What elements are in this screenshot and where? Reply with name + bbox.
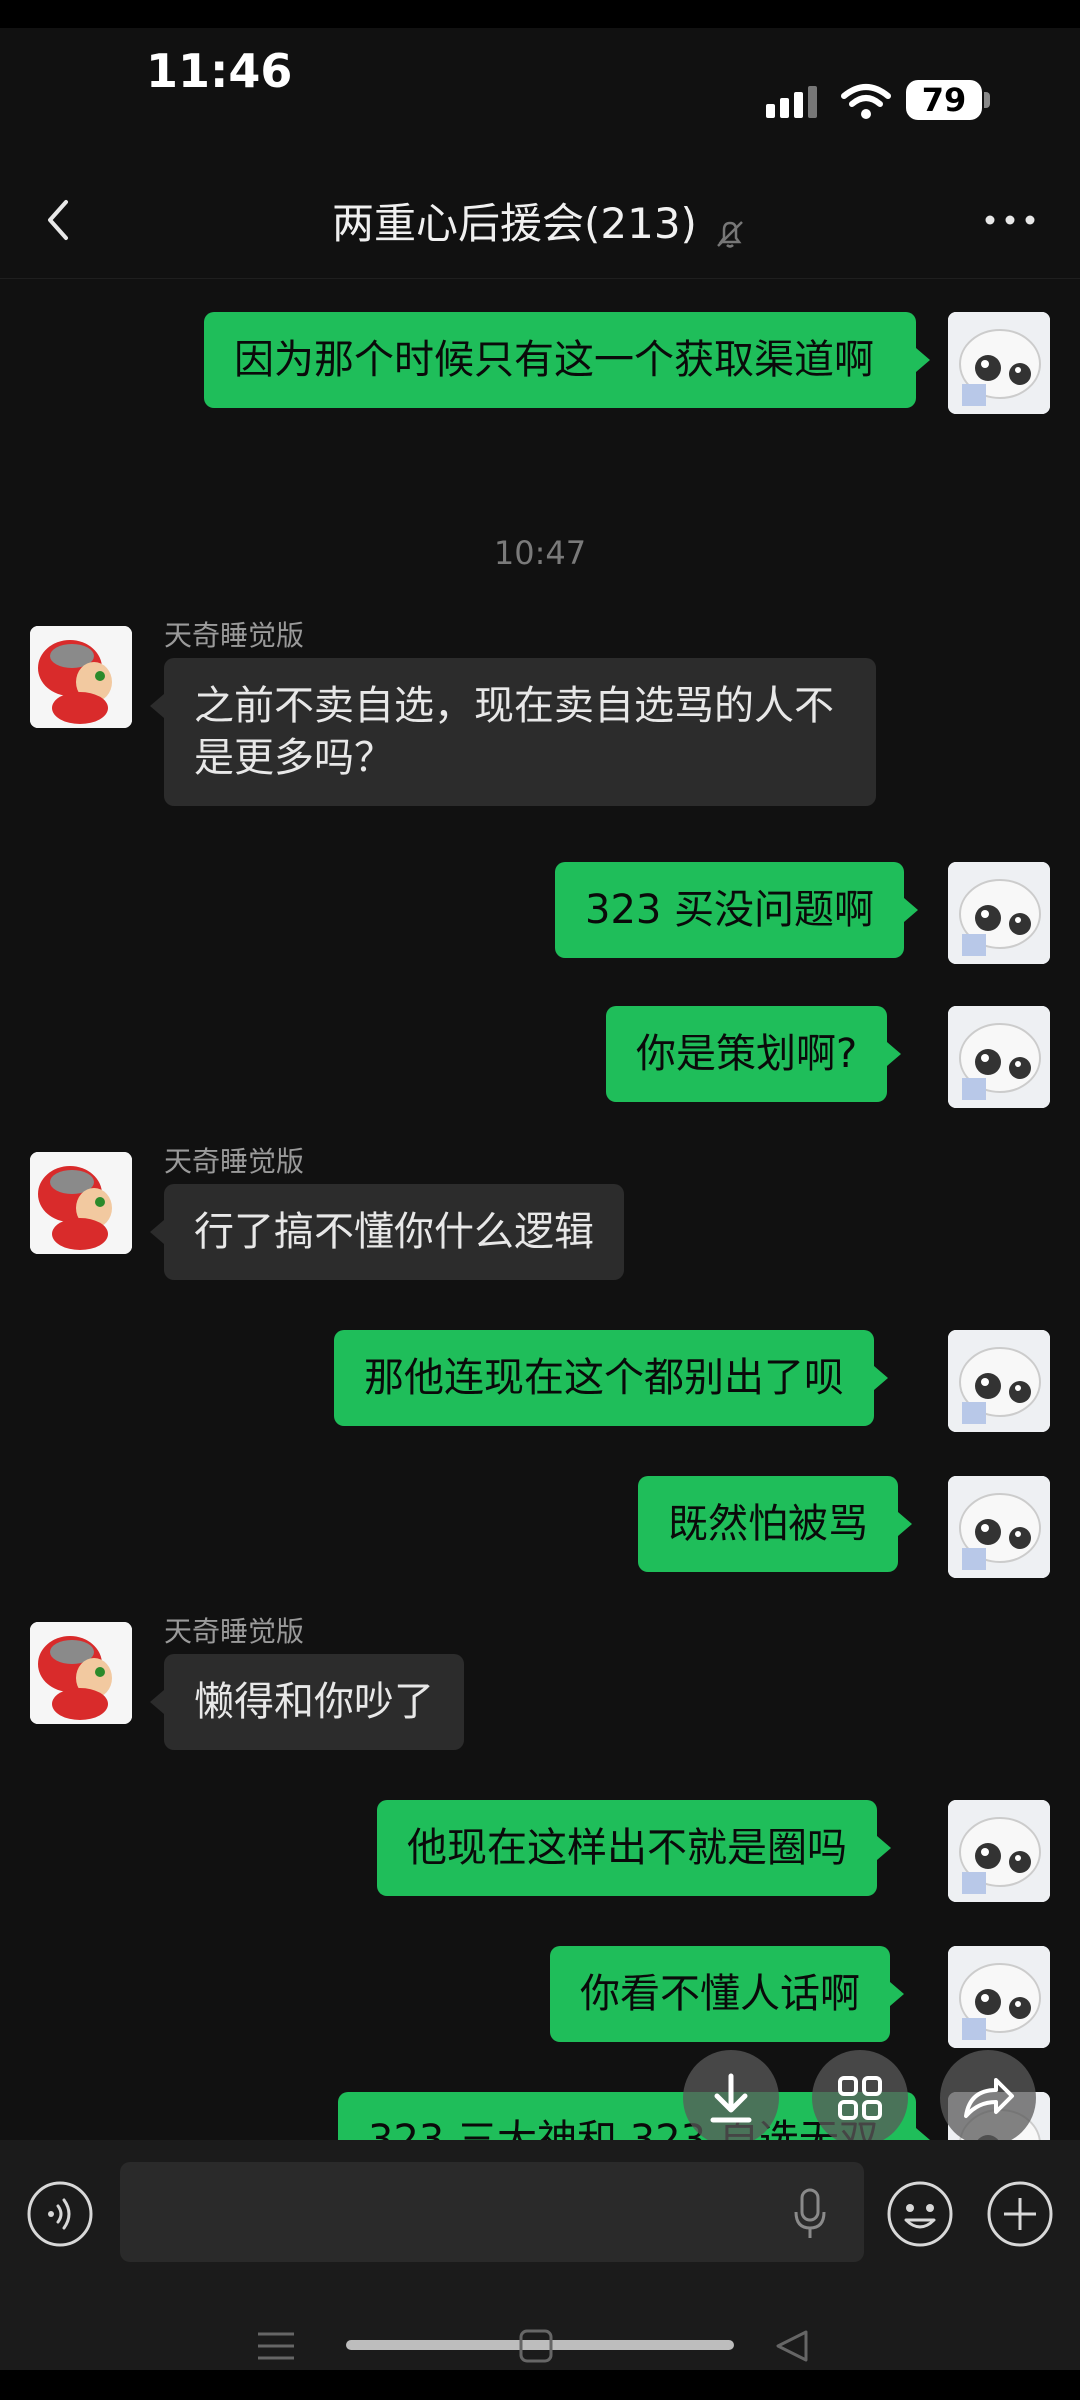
chat-message-list[interactable]: 因为那个时候只有这一个获取渠道啊 10:47 天奇睡觉版 之前不卖自选，现在卖自… <box>0 280 1080 2140</box>
back-triangle-icon[interactable] <box>774 2328 810 2364</box>
battery-indicator: 79 <box>906 80 982 120</box>
signal-icon <box>766 86 817 118</box>
contact-avatar[interactable] <box>30 1152 132 1254</box>
my-avatar[interactable] <box>948 1006 1050 1108</box>
download-icon <box>710 2073 752 2123</box>
cat-avatar-icon <box>948 1946 1050 2048</box>
my-avatar[interactable] <box>948 1946 1050 2048</box>
chat-title: 两重心后援会(213) <box>331 199 697 248</box>
voice-icon[interactable] <box>26 2180 94 2248</box>
cat-avatar-icon <box>948 1330 1050 1432</box>
sender-name: 天奇睡觉版 <box>164 619 305 652</box>
input-bar <box>0 2140 1080 2290</box>
contact-avatar[interactable] <box>30 1622 132 1724</box>
contact-avatar[interactable] <box>30 626 132 728</box>
cat-avatar-icon <box>948 862 1050 964</box>
red-character-avatar-icon <box>30 626 132 728</box>
sender-name: 天奇睡觉版 <box>164 1145 305 1178</box>
cat-avatar-icon <box>948 312 1050 414</box>
message-bubble-sent[interactable]: 323 买没问题啊 <box>555 862 919 958</box>
more-dots-icon[interactable] <box>980 200 1040 240</box>
cat-avatar-icon <box>948 1800 1050 1902</box>
forward-button[interactable] <box>940 2050 1036 2140</box>
red-character-avatar-icon <box>30 1622 132 1724</box>
cat-avatar-icon <box>948 1006 1050 1108</box>
my-avatar[interactable] <box>948 1476 1050 1578</box>
chat-timestamp: 10:47 <box>493 534 587 572</box>
bell-muted-icon <box>717 220 743 248</box>
message-bubble-received[interactable]: 懒得和你吵了 <box>150 1654 464 1750</box>
multi-select-button[interactable] <box>812 2050 908 2140</box>
message-bubble-received[interactable]: 之前不卖自选，现在卖自选骂的人不是更多吗？ <box>150 658 876 806</box>
wifi-icon <box>841 84 891 119</box>
status-time: 11:46 <box>146 44 293 98</box>
battery-tip <box>984 92 990 108</box>
home-icon[interactable] <box>518 2328 554 2364</box>
red-character-avatar-icon <box>30 1152 132 1254</box>
message-bubble-received[interactable]: 行了搞不懂你什么逻辑 <box>150 1184 624 1280</box>
grid-icon <box>838 2076 882 2120</box>
my-avatar[interactable] <box>948 862 1050 964</box>
message-bubble-sent[interactable]: 你是策划啊? <box>606 1006 902 1102</box>
my-avatar[interactable] <box>948 1800 1050 1902</box>
menu-icon[interactable] <box>256 2328 296 2364</box>
battery-level: 79 <box>921 81 967 119</box>
message-bubble-sent[interactable]: 你看不懂人话啊 <box>550 1946 904 2042</box>
message-bubble-sent[interactable]: 既然怕被骂 <box>638 1476 912 1572</box>
message-input[interactable] <box>120 2162 864 2262</box>
mic-icon[interactable] <box>790 2186 830 2242</box>
cat-avatar-icon <box>948 1476 1050 1578</box>
message-bubble-sent[interactable]: 因为那个时候只有这一个获取渠道啊 <box>204 312 930 408</box>
message-bubble-sent[interactable]: 那他连现在这个都别出了呗 <box>334 1330 888 1426</box>
bottom-strip <box>0 2370 1080 2400</box>
emoji-icon[interactable] <box>886 2180 954 2248</box>
top-strip <box>0 0 1080 28</box>
download-button[interactable] <box>683 2050 779 2140</box>
my-avatar[interactable] <box>948 1330 1050 1432</box>
title-wrap: 两重心后援会(213) <box>0 190 1080 252</box>
plus-icon[interactable] <box>986 2180 1054 2248</box>
chat-header: 两重心后援会(213) <box>0 170 1080 279</box>
sender-name: 天奇睡觉版 <box>164 1615 305 1648</box>
message-bubble-sent[interactable]: 他现在这样出不就是圈吗 <box>377 1800 891 1896</box>
my-avatar[interactable] <box>948 312 1050 414</box>
forward-icon <box>964 2078 1014 2118</box>
